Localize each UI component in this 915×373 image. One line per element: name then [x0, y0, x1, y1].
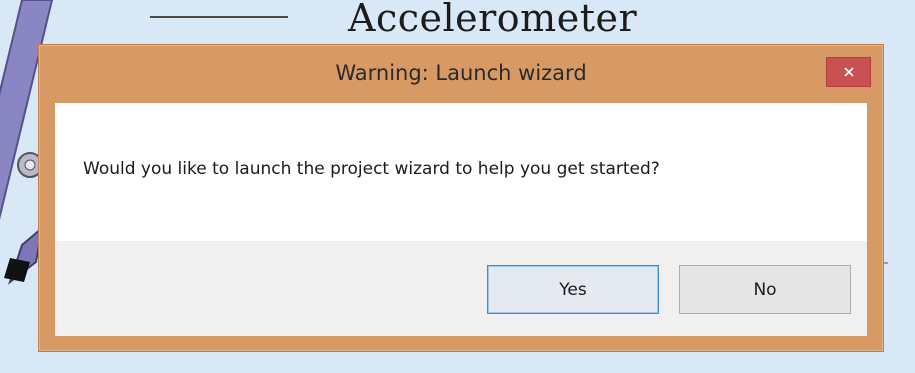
- dialog-message: Would you like to launch the project wiz…: [83, 159, 660, 179]
- background-heading: Accelerometer: [348, 0, 638, 40]
- close-button[interactable]: [826, 57, 871, 87]
- dialog-body: Would you like to launch the project wiz…: [55, 103, 867, 336]
- message-area: Would you like to launch the project wiz…: [55, 103, 867, 241]
- dialog-titlebar[interactable]: Warning: Launch wizard: [39, 45, 883, 103]
- dialog-title: Warning: Launch wizard: [335, 61, 587, 85]
- warning-dialog: Warning: Launch wizard Would you like to…: [38, 44, 884, 352]
- no-button[interactable]: No: [679, 265, 851, 314]
- yes-button[interactable]: Yes: [487, 265, 659, 314]
- button-bar: Yes No: [55, 241, 867, 336]
- close-icon: [843, 67, 854, 77]
- diagram-line: [150, 16, 288, 18]
